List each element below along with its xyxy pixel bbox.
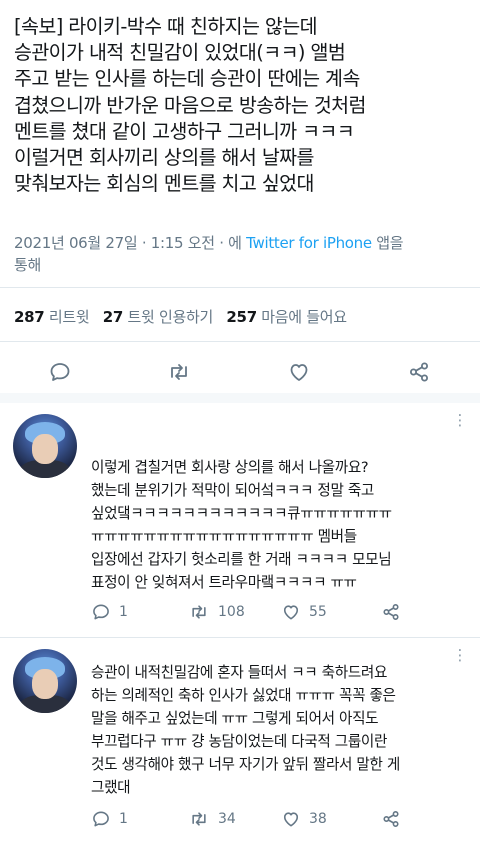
speech-bubble-icon — [93, 811, 109, 827]
avatar[interactable] — [13, 649, 77, 713]
heart-icon — [283, 812, 299, 827]
reply-text: 이렇게 겹칠거면 회사랑 상의를 해서 나올까요? 했는데 분위기가 적막이 되… — [91, 459, 392, 591]
share-icon — [383, 811, 399, 827]
heart-icon — [283, 605, 299, 620]
divider — [0, 287, 480, 288]
retweet-button[interactable] — [159, 352, 199, 392]
share-button[interactable] — [399, 352, 439, 392]
reply-actions: 1 108 55 — [91, 597, 471, 627]
reply-actions: 1 34 38 — [91, 804, 471, 834]
share-icon — [410, 362, 428, 382]
share-button[interactable] — [381, 804, 409, 834]
reply-button[interactable]: 1 — [91, 804, 128, 834]
share-button[interactable] — [381, 597, 409, 627]
retweet-count: 108 — [218, 604, 245, 620]
share-icon — [383, 604, 399, 620]
quotes-stat[interactable]: 27 트윗 인용하기 — [103, 308, 214, 326]
tweet-via-suffix: 앱을 — [371, 234, 404, 252]
like-button[interactable]: 38 — [281, 804, 327, 834]
retweet-button[interactable]: 108 — [188, 597, 245, 627]
tweet-meta: 2021년 06월 27일 · 1:15 오전 · 에 Twitter for … — [14, 232, 470, 276]
tweet-source-link[interactable]: Twitter for iPhone — [246, 234, 372, 252]
retweet-arrows-icon — [192, 812, 206, 826]
retweet-button[interactable]: 34 — [188, 804, 236, 834]
reply-count: 1 — [119, 604, 128, 620]
speech-bubble-icon — [93, 604, 109, 620]
like-count: 38 — [309, 811, 327, 827]
heart-icon — [290, 364, 308, 381]
tweet-stats: 287 리트윗 27 트윗 인용하기 257 마음에 들어요 — [14, 306, 347, 327]
tweet-actions — [0, 352, 480, 392]
reply-tweet[interactable]: ⋮ 이렇게 겹칠거면 회사랑 상의를 해서 나올까요? 했는데 분위기가 적막이… — [0, 403, 480, 638]
tweet-text: [속보] 라이키-박수 때 친하지는 않는데 승관이가 내적 친밀감이 있었대(… — [14, 15, 366, 196]
retweets-stat[interactable]: 287 리트윗 — [14, 308, 90, 326]
section-gap — [0, 393, 480, 403]
speech-bubble-icon — [50, 363, 70, 381]
reply-button[interactable]: 1 — [91, 597, 128, 627]
likes-stat[interactable]: 257 마음에 들어요 — [226, 308, 347, 326]
reply-text: 승관이 내적친밀감에 혼자 들떠서 ㅋㅋ 축하드려요 하는 의례적인 축하 인사… — [91, 664, 400, 796]
reply-tweet[interactable]: ⋮ 승관이 내적친밀감에 혼자 들떠서 ㅋㅋ 축하드려요 하는 의례적인 축하 … — [0, 638, 480, 846]
retweet-count: 34 — [218, 811, 236, 827]
reply-count: 1 — [119, 811, 128, 827]
like-count: 55 — [309, 604, 327, 620]
reply-button[interactable] — [40, 352, 80, 392]
tweet-timestamp[interactable]: 2021년 06월 27일 · 1:15 오전 · 에 — [14, 234, 246, 252]
divider — [0, 341, 480, 342]
more-dots-icon[interactable]: ⋮ — [450, 410, 470, 430]
retweet-arrows-icon — [171, 364, 187, 380]
like-button[interactable] — [279, 352, 319, 392]
avatar[interactable] — [13, 414, 77, 478]
like-button[interactable]: 55 — [281, 597, 327, 627]
tweet-via-suffix2: 통해 — [14, 256, 42, 274]
retweet-arrows-icon — [192, 605, 206, 619]
